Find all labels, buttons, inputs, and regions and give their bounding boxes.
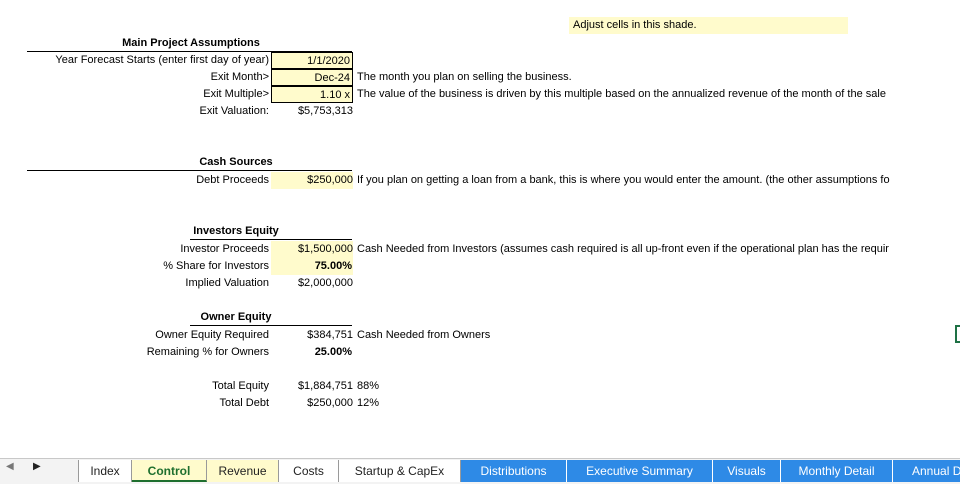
tab-executive-summary[interactable]: Executive Summary xyxy=(567,460,713,482)
main-assumptions-header: Main Project Assumptions xyxy=(122,37,260,49)
tab-scroll-left-icon[interactable]: ◀ xyxy=(6,461,14,472)
forecast-start-input[interactable]: 1/1/2020 xyxy=(271,52,353,69)
total-equity-pct: 88% xyxy=(357,380,380,392)
investor-proceeds-comment: Cash Needed from Investors (assumes cash… xyxy=(357,243,889,255)
row-label-total-debt: Total Debt xyxy=(219,397,269,409)
row-label-total-equity: Total Equity xyxy=(212,380,269,392)
total-debt-pct: 12% xyxy=(357,397,380,409)
owner-equity-header: Owner Equity xyxy=(200,311,272,323)
row-label-exit-month: Exit Month> xyxy=(210,71,269,83)
implied-valuation-value: $2,000,000 xyxy=(297,277,353,289)
shade-legend-text: Adjust cells in this shade. xyxy=(573,19,697,31)
row-label-owner-remaining: Remaining % for Owners xyxy=(146,346,269,358)
exit-multiple-comment: The value of the business is driven by t… xyxy=(357,88,886,100)
shade-legend: Adjust cells in this shade. xyxy=(569,17,848,34)
debt-proceeds-input[interactable]: $250,000 xyxy=(271,172,353,189)
tab-index[interactable]: Index xyxy=(78,460,132,482)
exit-valuation-value: $5,753,313 xyxy=(297,105,353,117)
tab-startup-capex[interactable]: Startup & CapEx xyxy=(339,460,461,482)
row-label-investor-proceeds: Investor Proceeds xyxy=(180,243,269,255)
tab-monthly-detail[interactable]: Monthly Detail xyxy=(781,460,893,482)
tab-visuals[interactable]: Visuals xyxy=(713,460,781,482)
cash-sources-header: Cash Sources xyxy=(199,156,273,168)
investor-share-input[interactable]: 75.00% xyxy=(271,258,353,275)
row-label-investor-share: % Share for Investors xyxy=(163,260,269,272)
tab-distributions[interactable]: Distributions xyxy=(461,460,567,482)
tab-scroll-right-icon[interactable]: ▶ xyxy=(33,461,41,472)
row-label-owner-equity: Owner Equity Required xyxy=(155,329,269,341)
tab-annual[interactable]: Annual D xyxy=(893,460,960,482)
owner-remaining-value: 25.00% xyxy=(314,346,352,358)
debt-proceeds-comment: If you plan on getting a loan from a ban… xyxy=(357,174,890,186)
investor-proceeds-input[interactable]: $1,500,000 xyxy=(271,241,353,258)
tab-control[interactable]: Control xyxy=(132,460,207,482)
exit-month-comment: The month you plan on selling the busine… xyxy=(357,71,572,83)
owner-rule xyxy=(190,325,352,326)
total-equity-value: $1,884,751 xyxy=(297,380,353,392)
investors-equity-header: Investors Equity xyxy=(193,225,279,237)
total-debt-value: $250,000 xyxy=(307,397,353,409)
investors-rule xyxy=(190,239,352,240)
row-label-implied-valuation: Implied Valuation xyxy=(185,277,269,289)
selected-cell-indicator[interactable] xyxy=(955,325,960,343)
exit-month-input[interactable]: Dec-24 xyxy=(271,69,353,86)
row-label-debt-proceeds: Debt Proceeds xyxy=(196,174,269,186)
row-label-exit-valuation: Exit Valuation: xyxy=(199,105,269,117)
tab-costs[interactable]: Costs xyxy=(279,460,339,482)
exit-multiple-input[interactable]: 1.10 x xyxy=(271,86,353,103)
owner-equity-value: $384,751 xyxy=(307,329,353,341)
row-label-exit-multiple: Exit Multiple> xyxy=(203,88,269,100)
row-label-forecast-start: Year Forecast Starts (enter first day of… xyxy=(55,54,269,66)
owner-equity-comment: Cash Needed from Owners xyxy=(357,329,491,341)
tab-revenue[interactable]: Revenue xyxy=(207,460,279,482)
cash-sources-rule xyxy=(27,170,352,171)
